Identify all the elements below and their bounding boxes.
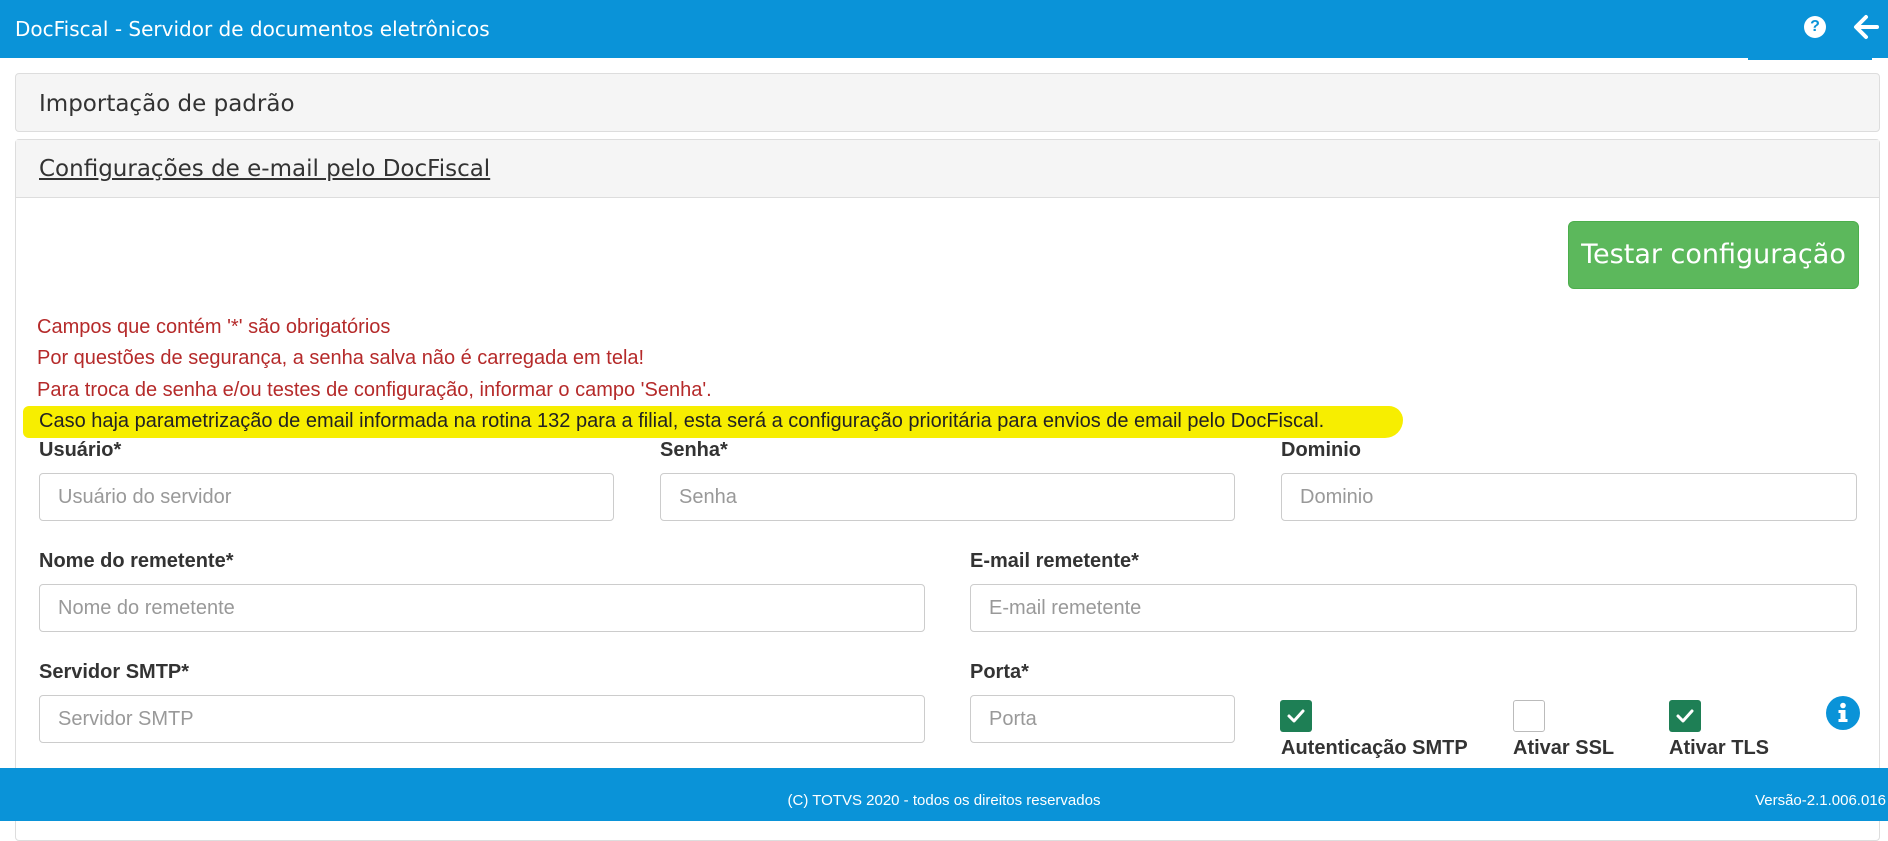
ativar-ssl-label: Ativar SSL	[1513, 737, 1615, 759]
senha-input[interactable]	[660, 473, 1235, 521]
app-title: DocFiscal - Servidor de documentos eletr…	[15, 17, 490, 41]
back-arrow-icon[interactable]	[1852, 13, 1880, 41]
email-remetente-label: E-mail remetente*	[970, 550, 1139, 572]
email-panel-header[interactable]: Configurações de e-mail pelo DocFiscal	[16, 140, 1879, 198]
copyright-text: (C) TOTVS 2020 - todos os direitos reser…	[787, 792, 1101, 809]
senha-label: Senha*	[660, 439, 728, 461]
servidor-smtp-input[interactable]	[39, 695, 925, 743]
footer: (C) TOTVS 2020 - todos os direitos reser…	[0, 768, 1888, 821]
porta-label: Porta*	[970, 661, 1029, 683]
dominio-label: Dominio	[1281, 439, 1361, 461]
required-fields-message: Campos que contém '*' são obrigatórios	[37, 316, 391, 338]
email-panel-title[interactable]: Configurações de e-mail pelo DocFiscal	[39, 156, 490, 182]
import-panel-title: Importação de padrão	[39, 91, 295, 117]
password-change-message: Para troca de senha e/ou testes de confi…	[37, 379, 712, 401]
ativar-ssl-checkbox[interactable]	[1513, 700, 1545, 732]
nome-remetente-input[interactable]	[39, 584, 925, 632]
autenticacao-smtp-checkbox[interactable]	[1280, 700, 1312, 732]
usuario-label: Usuário*	[39, 439, 122, 461]
servidor-smtp-label: Servidor SMTP*	[39, 661, 190, 683]
porta-input[interactable]	[970, 695, 1235, 743]
info-icon[interactable]	[1826, 696, 1860, 730]
ativar-tls-checkbox[interactable]	[1669, 700, 1701, 732]
import-panel-header[interactable]: Importação de padrão	[15, 73, 1880, 132]
dominio-input[interactable]	[1281, 473, 1857, 521]
ativar-tls-label: Ativar TLS	[1669, 737, 1770, 759]
nome-remetente-label: Nome do remetente*	[39, 550, 234, 572]
hidden-button-edge	[1748, 56, 1872, 60]
email-remetente-input[interactable]	[970, 584, 1857, 632]
autenticacao-smtp-label: Autenticação SMTP	[1281, 737, 1468, 759]
top-bar: DocFiscal - Servidor de documentos eletr…	[0, 0, 1888, 58]
priority-message: Caso haja parametrização de email inform…	[39, 410, 1325, 432]
usuario-input[interactable]	[39, 473, 614, 521]
help-icon[interactable]: ?	[1804, 16, 1826, 38]
version-text: Versão-2.1.006.016	[1755, 792, 1886, 809]
security-message: Por questões de segurança, a senha salva…	[37, 347, 645, 369]
test-configuration-button[interactable]: Testar configuração	[1568, 221, 1859, 289]
